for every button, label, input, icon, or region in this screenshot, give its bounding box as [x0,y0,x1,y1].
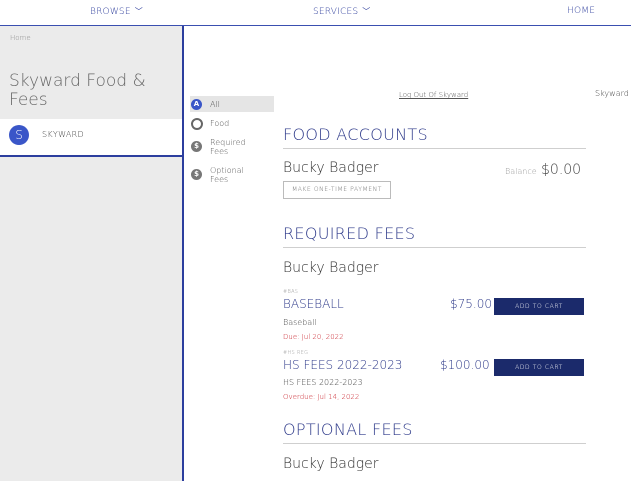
student-name: Bucky Badger [283,260,379,276]
chevron-down-icon: ﹀ [134,7,143,16]
filter-all[interactable]: A All [190,96,274,112]
required-fees-heading: REQUIRED FEES [283,224,586,248]
filter-label: Optional Fees [210,166,244,184]
fee-description: HS FEES 2022-2023 [283,378,363,387]
fee-code: #HS REG [283,350,309,356]
page-title: Skyward Food & Fees [9,71,146,110]
skyward-link[interactable]: Skyward [595,89,629,98]
fee-name: BASEBALL [283,297,344,311]
filter-label: All [210,100,220,109]
browse-menu[interactable]: BROWSE ﹀ [90,6,143,17]
sidebar: Home Skyward Food & Fees S SKYWARD [0,26,184,481]
radio-icon [191,118,203,130]
filter-label: Required Fees [210,138,246,156]
avatar: S [9,125,29,145]
fee-amount: $75.00 [450,297,492,311]
add-to-cart-button[interactable]: ADD TO CART [494,359,584,376]
browse-label: BROWSE [90,7,131,17]
filter-label: Food [210,119,230,128]
services-menu[interactable]: SERVICES ﹀ [313,6,370,17]
fee-name: HS FEES 2022-2023 [283,358,403,372]
logout-link[interactable]: Log Out Of Skyward [399,91,468,99]
home-label: HOME [567,6,596,16]
balance-value: $0.00 [541,162,582,178]
fee-due-date: Overdue: Jul 14, 2022 [283,393,360,401]
account-name: SKYWARD [42,130,84,139]
student-name: Bucky Badger [283,160,379,176]
optional-fees-heading: OPTIONAL FEES [283,420,586,444]
dollar-icon: $ [191,169,202,180]
food-accounts-heading: FOOD ACCOUNTS [283,125,586,149]
account-item[interactable]: S SKYWARD [0,119,182,157]
fee-code: #BAS [283,289,299,295]
top-nav: BROWSE ﹀ SERVICES ﹀ HOME [0,0,631,26]
dollar-icon: $ [191,141,202,152]
fee-due-date: Due: Jul 20, 2022 [283,333,344,341]
services-label: SERVICES [313,7,359,17]
chevron-down-icon: ﹀ [362,7,371,16]
balance-label: Balance [505,167,537,176]
one-time-payment-button[interactable]: MAKE ONE-TIME PAYMENT [283,181,391,199]
all-icon: A [191,99,202,110]
breadcrumb[interactable]: Home [10,34,31,42]
home-link[interactable]: HOME [567,6,595,16]
student-name: Bucky Badger [283,456,379,472]
add-to-cart-button[interactable]: ADD TO CART [494,298,584,315]
fee-description: Baseball [283,318,317,327]
fee-amount: $100.00 [440,358,490,372]
